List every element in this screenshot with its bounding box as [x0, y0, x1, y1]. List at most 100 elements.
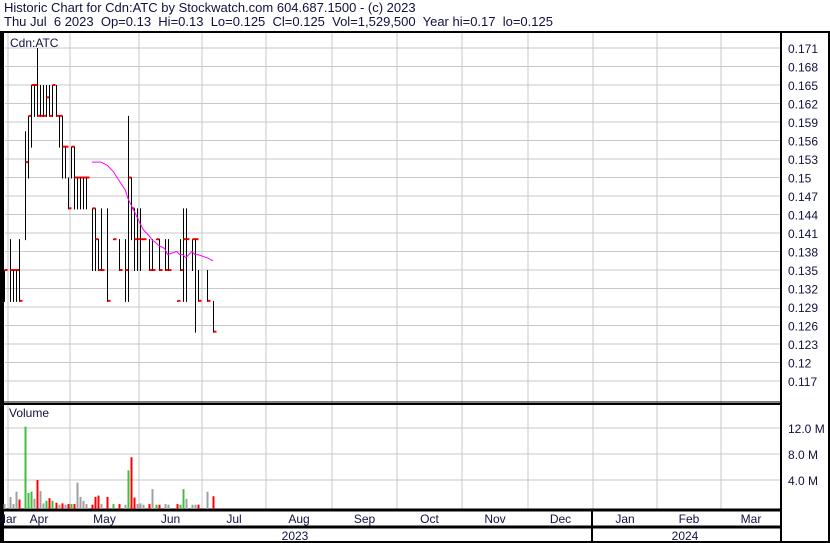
volume-bar: [106, 496, 109, 509]
volume-bar: [55, 502, 58, 509]
volume-bar: [48, 498, 51, 509]
volume-bar: [58, 504, 61, 509]
volume-bar: [206, 491, 209, 509]
volume-bar: [39, 491, 42, 509]
volume-bar: [179, 504, 182, 509]
volume-bar: [167, 504, 170, 509]
volume-bar: [142, 504, 145, 509]
volume-bar: [18, 499, 21, 509]
close-tick: [86, 176, 90, 179]
price-tick-label: 0.159: [788, 116, 818, 130]
close-tick: [4, 269, 8, 271]
month-label: May: [93, 512, 116, 526]
price-tick-label: 0.153: [788, 153, 818, 167]
month-label: Nov: [484, 512, 505, 526]
volume-bar: [9, 496, 12, 509]
year-label: 2024: [672, 529, 699, 543]
close-tick: [119, 269, 123, 271]
month-label: Apr: [30, 512, 49, 526]
price-tick-label: 0.147: [788, 190, 818, 204]
close-tick: [52, 84, 56, 86]
year-axis: 2023 2024: [282, 529, 699, 543]
close-tick: [143, 238, 147, 241]
month-label: Aug: [288, 512, 309, 526]
volume-bar: [24, 426, 27, 509]
volume-bar: [136, 504, 139, 509]
volume-bar: [70, 504, 73, 509]
month-label: Oct: [420, 512, 439, 526]
volume-bar: [51, 500, 54, 509]
month-axis: Mar Apr May Jun Jul Aug Sep Oct Nov Dec Jan Feb Mar: [0, 512, 761, 526]
volume-bar: [112, 504, 115, 509]
month-label: Sep: [354, 512, 376, 526]
volume-tick-label: 12.0 M: [788, 422, 825, 436]
price-tick-label: 0.168: [788, 61, 818, 75]
volume-bar: [185, 498, 188, 509]
price-tick-label: 0.171: [788, 42, 818, 56]
volume-bar: [151, 489, 154, 509]
volume-bar: [64, 504, 67, 509]
volume-bar: [27, 493, 30, 509]
price-tick-label: 0.123: [788, 338, 818, 352]
volume-axis: 12.0 M 8.0 M 4.0 M: [788, 422, 825, 488]
volume-bar: [164, 504, 167, 509]
price-tick-label: 0.138: [788, 246, 818, 260]
month-label: Mar: [741, 512, 762, 526]
volume-bar: [182, 489, 185, 509]
price-tick-label: 0.165: [788, 79, 818, 93]
price-tick-label: 0.15: [788, 172, 812, 186]
volume-bar: [33, 498, 36, 509]
close-tick: [207, 299, 211, 302]
close-tick: [65, 145, 69, 148]
volume-bar: [42, 503, 45, 509]
close-tick: [101, 269, 105, 271]
close-tick: [213, 330, 217, 333]
month-label: Feb: [679, 512, 700, 526]
volume-bar: [212, 496, 215, 509]
close-tick: [68, 207, 72, 210]
close-tick: [186, 238, 190, 241]
volume-bar: [139, 503, 142, 509]
close-tick: [159, 269, 163, 271]
volume-bar: [197, 504, 200, 509]
close-tick: [177, 299, 181, 302]
volume-bar: [82, 500, 85, 509]
close-tick: [19, 299, 23, 302]
stock-chart: Historic Chart for Cdn:ATC by Stockwatch…: [0, 0, 830, 543]
volume-bar: [45, 500, 48, 509]
volume-bar: [94, 496, 97, 509]
price-tick-label: 0.162: [788, 98, 818, 112]
close-tick: [113, 238, 117, 241]
month-label: Jun: [161, 512, 180, 526]
price-axis: 0.171 0.168 0.165 0.162 0.159 0.156 0.153 0.15 0…: [788, 42, 818, 389]
volume-tick-label: 8.0 M: [788, 448, 818, 462]
month-label: Mar: [0, 512, 17, 526]
price-tick-label: 0.144: [788, 209, 818, 223]
volume-bar: [67, 504, 70, 509]
price-tick-label: 0.129: [788, 301, 818, 315]
symbol-label: Cdn:ATC: [10, 36, 59, 50]
volume-bar: [12, 504, 15, 509]
volume-label: Volume: [9, 406, 49, 420]
volume-bar: [155, 504, 158, 509]
volume-tick-label: 4.0 M: [788, 474, 818, 488]
month-label: Jul: [226, 512, 241, 526]
close-tick: [152, 269, 156, 271]
close-tick: [168, 269, 172, 271]
volume-bar: [73, 504, 76, 509]
volume-bar: [97, 495, 100, 509]
price-tick-label: 0.132: [788, 283, 818, 297]
volume-bar: [30, 491, 33, 509]
volume-bar: [15, 491, 18, 509]
price-tick-label: 0.117: [788, 375, 817, 389]
volume-bars: [3, 426, 215, 509]
volume-bar: [76, 482, 79, 509]
volume-bar: [124, 504, 127, 509]
price-tick-label: 0.12: [788, 357, 812, 371]
price-tick-label: 0.126: [788, 320, 818, 334]
volume-bar: [3, 504, 6, 509]
volume-bar: [148, 504, 151, 509]
close-tick: [198, 299, 202, 302]
month-label: Jan: [615, 512, 634, 526]
price-tick-label: 0.135: [788, 264, 818, 278]
